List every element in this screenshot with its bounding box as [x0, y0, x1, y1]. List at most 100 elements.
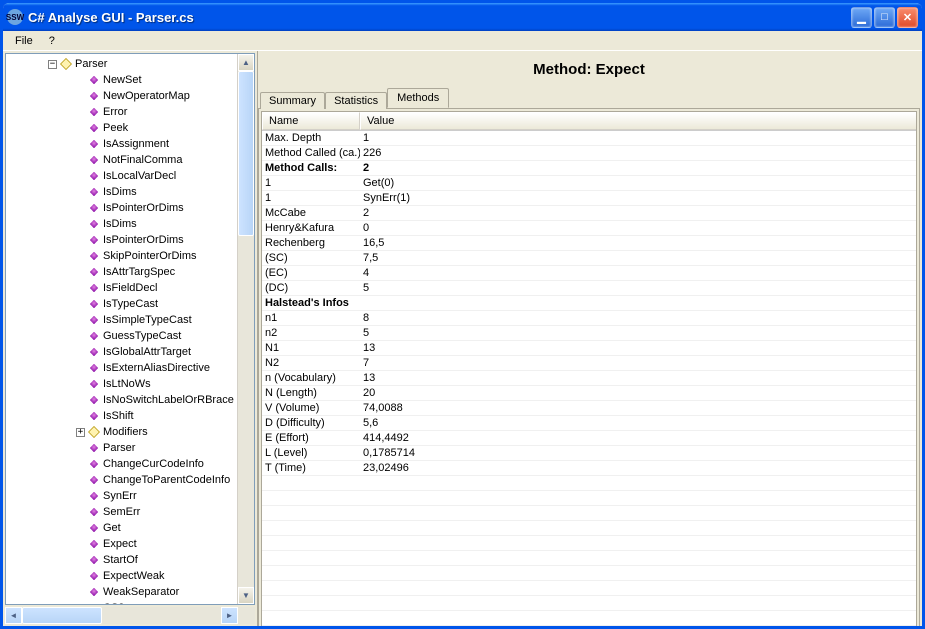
tree-item[interactable]: IsLtNoWs	[8, 376, 237, 392]
table-row[interactable]: McCabe2	[262, 206, 916, 221]
minimize-button[interactable]: ▁	[851, 7, 872, 28]
table-row[interactable]: N27	[262, 356, 916, 371]
scroll-track[interactable]	[238, 71, 254, 587]
table-row[interactable]: n (Vocabulary)13	[262, 371, 916, 386]
tree-item[interactable]: Peek	[8, 120, 237, 136]
tree-item[interactable]: IsAttrTargSpec	[8, 264, 237, 280]
tree-item[interactable]: Expect	[8, 536, 237, 552]
tree-item[interactable]: ExpectWeak	[8, 568, 237, 584]
scroll-down-arrow-icon[interactable]: ▼	[238, 587, 254, 604]
table-row-empty	[262, 581, 916, 596]
metric-value: 1	[360, 132, 916, 144]
tree-item[interactable]: SkipPointerOrDims	[8, 248, 237, 264]
tree-item[interactable]: IsDims	[8, 216, 237, 232]
hscroll-thumb[interactable]	[22, 607, 102, 624]
table-row[interactable]: Halstead's Infos	[262, 296, 916, 311]
tree-horizontal-scrollbar[interactable]: ◄ ►	[5, 607, 255, 624]
app-icon: SSW	[7, 9, 23, 25]
titlebar[interactable]: SSW C# Analyse GUI - Parser.cs ▁ □ ✕	[3, 3, 922, 31]
tree-vertical-scrollbar[interactable]: ▲ ▼	[237, 54, 254, 604]
menu-bar: File ?	[3, 31, 922, 51]
tree-item[interactable]: IsAssignment	[8, 136, 237, 152]
table-row[interactable]: n25	[262, 326, 916, 341]
table-row[interactable]: (DC)5	[262, 281, 916, 296]
tree-item[interactable]: NewSet	[8, 72, 237, 88]
table-row[interactable]: L (Level)0,1785714	[262, 446, 916, 461]
table-row[interactable]: (SC)7,5	[262, 251, 916, 266]
tab-summary[interactable]: Summary	[260, 92, 325, 109]
tree-item[interactable]: IsShift	[8, 408, 237, 424]
tree-item[interactable]: SemErr	[8, 504, 237, 520]
tree-item[interactable]: IsGlobalAttrTarget	[8, 344, 237, 360]
tree-item[interactable]: IsDims	[8, 184, 237, 200]
table-row[interactable]: 1Get(0)	[262, 176, 916, 191]
tree-item[interactable]: GuessTypeCast	[8, 328, 237, 344]
tab-statistics[interactable]: Statistics	[325, 92, 387, 109]
expand-icon[interactable]: +	[76, 428, 85, 437]
menu-file[interactable]: File	[7, 33, 41, 49]
maximize-button[interactable]: □	[874, 7, 895, 28]
tree-item[interactable]: ChangeCurCodeInfo	[8, 456, 237, 472]
table-row[interactable]: N (Length)20	[262, 386, 916, 401]
tree-item-label: IsTypeCast	[103, 298, 158, 310]
tree-view[interactable]: − Parser NewSetNewOperatorMapErrorPeekIsAs…	[5, 53, 255, 605]
table-row[interactable]: 1SynErr(1)	[262, 191, 916, 206]
metrics-grid[interactable]: Name Value Max. Depth1Method Called (ca.…	[261, 111, 917, 626]
method-icon	[88, 490, 100, 502]
table-row[interactable]: Rechenberg16,5	[262, 236, 916, 251]
table-row[interactable]: Henry&Kafura0	[262, 221, 916, 236]
scroll-right-arrow-icon[interactable]: ►	[221, 607, 238, 624]
tree-item-label: IsFieldDecl	[103, 282, 157, 294]
table-row[interactable]: T (Time)23,02496	[262, 461, 916, 476]
collapse-icon[interactable]: −	[48, 60, 57, 69]
tree-item[interactable]: CS2	[8, 600, 237, 604]
tree-item-label: StartOf	[103, 554, 138, 566]
tree-item[interactable]: StartOf	[8, 552, 237, 568]
hscroll-track[interactable]	[22, 607, 221, 624]
tree-item[interactable]: NewOperatorMap	[8, 88, 237, 104]
method-icon	[88, 474, 100, 486]
tree-item[interactable]: IsTypeCast	[8, 296, 237, 312]
tree-item[interactable]: IsPointerOrDims	[8, 232, 237, 248]
tree-item[interactable]: +Modifiers	[8, 424, 237, 440]
tab-methods[interactable]: Methods	[387, 88, 449, 108]
tree-item[interactable]: IsLocalVarDecl	[8, 168, 237, 184]
tree-item[interactable]: WeakSeparator	[8, 584, 237, 600]
tree-item[interactable]: NotFinalComma	[8, 152, 237, 168]
tree-item-label: WeakSeparator	[103, 586, 179, 598]
scroll-left-arrow-icon[interactable]: ◄	[5, 607, 22, 624]
tree-item[interactable]: ChangeToParentCodeInfo	[8, 472, 237, 488]
table-row[interactable]: Method Calls:2	[262, 161, 916, 176]
table-row[interactable]: V (Volume)74,0088	[262, 401, 916, 416]
tree-item[interactable]: Error	[8, 104, 237, 120]
table-row[interactable]: (EC)4	[262, 266, 916, 281]
table-row[interactable]: Max. Depth1	[262, 131, 916, 146]
scroll-thumb[interactable]	[238, 71, 254, 236]
menu-help[interactable]: ?	[41, 33, 63, 49]
tree-item-label: ChangeToParentCodeInfo	[103, 474, 230, 486]
column-name-header[interactable]: Name	[262, 112, 360, 130]
tree-item[interactable]: IsExternAliasDirective	[8, 360, 237, 376]
tree-item[interactable]: IsNoSwitchLabelOrRBrace	[8, 392, 237, 408]
table-row[interactable]: E (Effort)414,4492	[262, 431, 916, 446]
class-icon	[88, 426, 100, 438]
metric-value: 0	[360, 222, 916, 234]
tree-item[interactable]: IsSimpleTypeCast	[8, 312, 237, 328]
close-button[interactable]: ✕	[897, 7, 918, 28]
table-row[interactable]: Method Called (ca.)226	[262, 146, 916, 161]
tree-item[interactable]: IsFieldDecl	[8, 280, 237, 296]
tree-root[interactable]: − Parser	[8, 56, 237, 72]
tree-item[interactable]: Parser	[8, 440, 237, 456]
tree-item-label: Parser	[103, 442, 135, 454]
tree-item[interactable]: SynErr	[8, 488, 237, 504]
table-row[interactable]: D (Difficulty)5,6	[262, 416, 916, 431]
table-row[interactable]: N113	[262, 341, 916, 356]
tree-item-label: SemErr	[103, 506, 140, 518]
metric-value: 5	[360, 282, 916, 294]
column-value-header[interactable]: Value	[360, 112, 916, 130]
table-row[interactable]: n18	[262, 311, 916, 326]
tree-item[interactable]: Get	[8, 520, 237, 536]
tree-item[interactable]: IsPointerOrDims	[8, 200, 237, 216]
tree-item-label: Parser	[75, 58, 107, 70]
scroll-up-arrow-icon[interactable]: ▲	[238, 54, 254, 71]
